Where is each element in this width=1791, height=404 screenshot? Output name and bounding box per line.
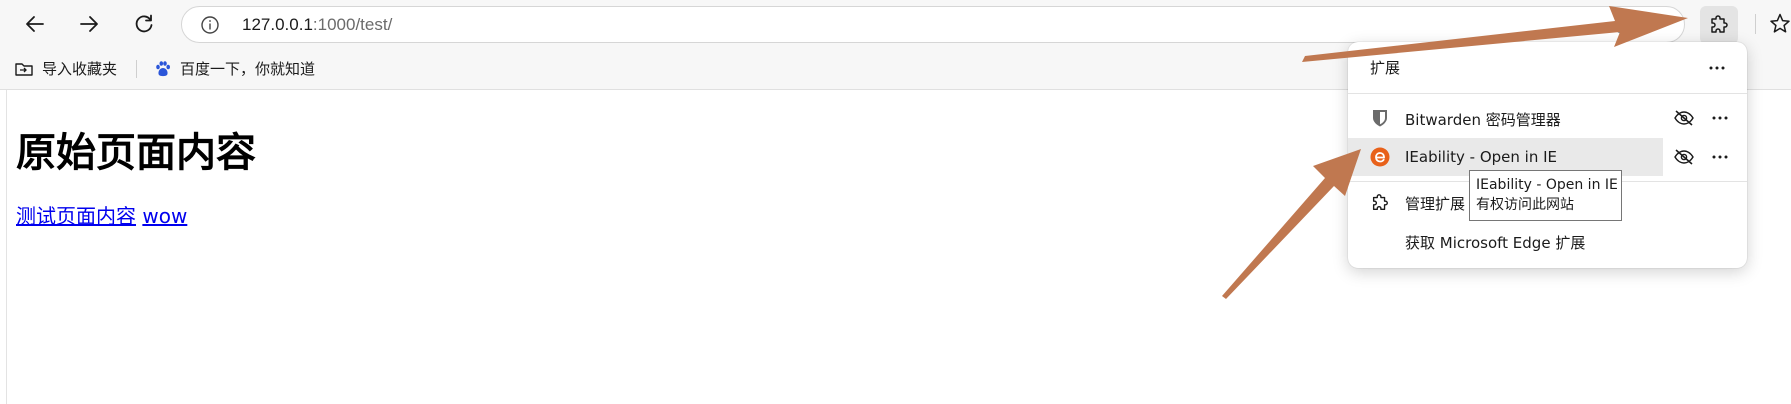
wow-link[interactable]: wow [142,204,187,228]
extension-name: Bitwarden 密码管理器 [1405,111,1561,129]
more-dots-icon[interactable] [1710,148,1730,170]
extensions-button[interactable] [1700,6,1738,44]
popup-title: 扩展 [1370,59,1401,77]
browser-toolbar: 127.0.0.1:1000/test/ [0,0,1791,48]
forward-arrow-icon [80,16,98,32]
page-heading: 原始页面内容 [16,130,256,176]
more-dots-icon [1709,66,1725,70]
forward-button[interactable] [73,8,105,40]
refresh-icon [135,14,153,33]
bookmark-import-favorites[interactable]: 导入收藏夹 [14,58,117,79]
extension-tooltip: IEability - Open in IE 有权访问此网站 [1469,170,1622,221]
bookmark-import-label: 导入收藏夹 [42,60,118,78]
hidden-eye-icon[interactable] [1673,109,1695,131]
url-text[interactable]: 127.0.0.1:1000/test/ [242,15,392,35]
popup-more-button[interactable] [1707,58,1727,82]
tooltip-line-2: 有权访问此网站 [1476,197,1574,213]
import-folder-icon [15,62,33,76]
baidu-paw-icon [156,60,170,76]
bitwarden-shield-icon [1370,108,1390,132]
hidden-eye-icon[interactable] [1673,148,1695,170]
address-bar[interactable]: 127.0.0.1:1000/test/ [181,6,1685,43]
extensions-popup: 扩展 Bitwarden 密码管理器 IEability - Open in I… [1348,42,1747,268]
bookmark-baidu-label: 百度一下，你就知道 [180,60,316,78]
extension-name: IEability - Open in IE [1405,148,1557,166]
toolbar-divider [1755,14,1756,34]
manage-extensions-label: 管理扩展 [1405,195,1466,213]
more-dots-icon[interactable] [1710,109,1730,131]
bookmark-baidu[interactable]: 百度一下，你就知道 [154,58,315,79]
page-links: 测试页面内容 wow [16,200,187,229]
extensions-puzzle-icon [1370,193,1390,217]
refresh-button[interactable] [128,8,160,40]
popup-divider [1348,93,1747,94]
back-arrow-icon [26,16,44,32]
bookmark-separator [136,60,137,78]
ieability-e-icon [1370,147,1390,171]
favorites-button[interactable] [1768,12,1791,40]
get-edge-extensions-item[interactable]: 获取 Microsoft Edge 扩展 [1348,223,1747,259]
test-content-link[interactable]: 测试页面内容 [16,204,136,228]
extensions-puzzle-icon [1711,15,1728,33]
page-action-icon[interactable] [1614,16,1632,34]
tooltip-line-1: IEability - Open in IE [1476,177,1618,193]
back-button[interactable] [19,8,51,40]
get-edge-extensions-label: 获取 Microsoft Edge 扩展 [1405,234,1586,252]
extension-item-bitwarden[interactable]: Bitwarden 密码管理器 [1348,99,1747,137]
favorites-star-icon [1770,13,1790,33]
info-icon[interactable] [200,15,220,39]
